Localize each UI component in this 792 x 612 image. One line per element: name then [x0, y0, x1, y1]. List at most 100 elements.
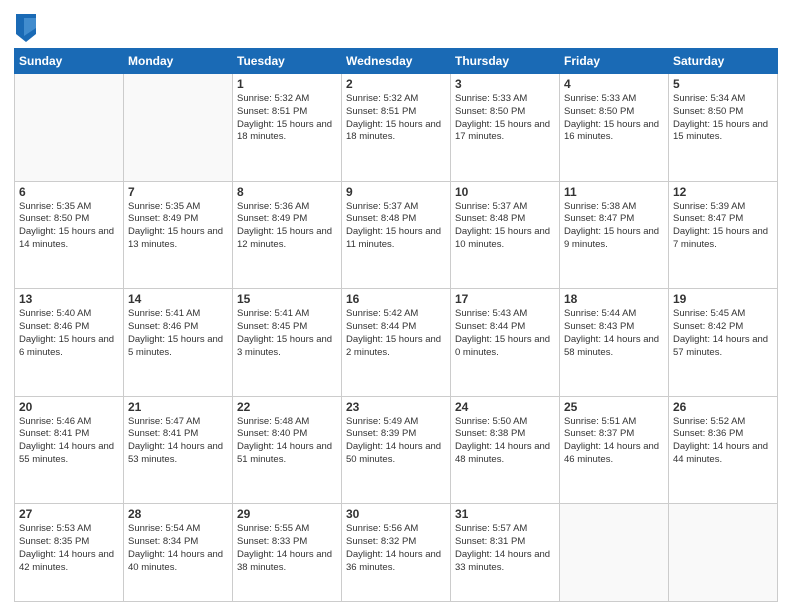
- day-info: Sunrise: 5:52 AM Sunset: 8:36 PM Dayligh…: [673, 416, 773, 467]
- day-number: 14: [128, 292, 228, 306]
- calendar-cell: 22 Sunrise: 5:48 AM Sunset: 8:40 PM Dayli…: [233, 396, 342, 504]
- day-number: 8: [237, 185, 337, 199]
- calendar-cell: 24 Sunrise: 5:50 AM Sunset: 8:38 PM Dayli…: [451, 396, 560, 504]
- weekday-header-monday: Monday: [124, 49, 233, 74]
- calendar-cell: 8 Sunrise: 5:36 AM Sunset: 8:49 PM Daylig…: [233, 181, 342, 289]
- day-info: Sunrise: 5:37 AM Sunset: 8:48 PM Dayligh…: [346, 201, 446, 252]
- day-number: 11: [564, 185, 664, 199]
- day-number: 2: [346, 77, 446, 91]
- calendar-cell: 17 Sunrise: 5:43 AM Sunset: 8:44 PM Dayli…: [451, 289, 560, 397]
- calendar-cell: 28 Sunrise: 5:54 AM Sunset: 8:34 PM Dayli…: [124, 504, 233, 602]
- calendar-header-row: SundayMondayTuesdayWednesdayThursdayFrid…: [15, 49, 778, 74]
- weekday-header-wednesday: Wednesday: [342, 49, 451, 74]
- calendar-cell: 31Sunrise: 5:57 AM Sunset: 8:31 PM Dayli…: [451, 504, 560, 602]
- day-info: Sunrise: 5:39 AM Sunset: 8:47 PM Dayligh…: [673, 201, 773, 252]
- day-info: Sunrise: 5:35 AM Sunset: 8:50 PM Dayligh…: [19, 201, 119, 252]
- day-number: 28: [128, 507, 228, 521]
- calendar-cell: 27 Sunrise: 5:53 AM Sunset: 8:35 PM Dayli…: [15, 504, 124, 602]
- day-info: Sunrise: 5:38 AM Sunset: 8:47 PM Dayligh…: [564, 201, 664, 252]
- day-number: 27: [19, 507, 119, 521]
- day-info: Sunrise: 5:50 AM Sunset: 8:38 PM Dayligh…: [455, 416, 555, 467]
- day-info: Sunrise: 5:56 AM Sunset: 8:32 PM Dayligh…: [346, 523, 446, 574]
- day-number: 24: [455, 400, 555, 414]
- day-number: 15: [237, 292, 337, 306]
- day-number: 31: [455, 507, 555, 521]
- calendar-cell: 20 Sunrise: 5:46 AM Sunset: 8:41 PM Dayli…: [15, 396, 124, 504]
- day-number: 10: [455, 185, 555, 199]
- weekday-header-sunday: Sunday: [15, 49, 124, 74]
- day-info: Sunrise: 5:51 AM Sunset: 8:37 PM Dayligh…: [564, 416, 664, 467]
- day-info: Sunrise: 5:41 AM Sunset: 8:46 PM Dayligh…: [128, 308, 228, 359]
- calendar-cell: 21Sunrise: 5:47 AM Sunset: 8:41 PM Dayli…: [124, 396, 233, 504]
- day-info: Sunrise: 5:43 AM Sunset: 8:44 PM Dayligh…: [455, 308, 555, 359]
- calendar-cell: 26 Sunrise: 5:52 AM Sunset: 8:36 PM Dayli…: [669, 396, 778, 504]
- day-number: 19: [673, 292, 773, 306]
- day-info: Sunrise: 5:34 AM Sunset: 8:50 PM Dayligh…: [673, 93, 773, 144]
- calendar-cell: 3 Sunrise: 5:33 AM Sunset: 8:50 PM Daylig…: [451, 74, 560, 182]
- weekday-header-saturday: Saturday: [669, 49, 778, 74]
- logo: [14, 14, 36, 42]
- calendar-cell: 6Sunrise: 5:35 AM Sunset: 8:50 PM Daylig…: [15, 181, 124, 289]
- calendar-cell: 13 Sunrise: 5:40 AM Sunset: 8:46 PM Dayli…: [15, 289, 124, 397]
- day-info: Sunrise: 5:36 AM Sunset: 8:49 PM Dayligh…: [237, 201, 337, 252]
- calendar-cell: 12 Sunrise: 5:39 AM Sunset: 8:47 PM Dayli…: [669, 181, 778, 289]
- day-info: Sunrise: 5:55 AM Sunset: 8:33 PM Dayligh…: [237, 523, 337, 574]
- day-number: 17: [455, 292, 555, 306]
- day-info: Sunrise: 5:40 AM Sunset: 8:46 PM Dayligh…: [19, 308, 119, 359]
- day-number: 9: [346, 185, 446, 199]
- day-info: Sunrise: 5:41 AM Sunset: 8:45 PM Dayligh…: [237, 308, 337, 359]
- header: [14, 10, 778, 42]
- day-info: Sunrise: 5:54 AM Sunset: 8:34 PM Dayligh…: [128, 523, 228, 574]
- calendar-cell: 10 Sunrise: 5:37 AM Sunset: 8:48 PM Dayli…: [451, 181, 560, 289]
- calendar-cell: 15 Sunrise: 5:41 AM Sunset: 8:45 PM Dayli…: [233, 289, 342, 397]
- calendar-cell: 23 Sunrise: 5:49 AM Sunset: 8:39 PM Dayli…: [342, 396, 451, 504]
- calendar-cell: 9 Sunrise: 5:37 AM Sunset: 8:48 PM Daylig…: [342, 181, 451, 289]
- page: SundayMondayTuesdayWednesdayThursdayFrid…: [0, 0, 792, 612]
- day-number: 3: [455, 77, 555, 91]
- day-info: Sunrise: 5:49 AM Sunset: 8:39 PM Dayligh…: [346, 416, 446, 467]
- calendar-cell: [669, 504, 778, 602]
- day-number: 13: [19, 292, 119, 306]
- day-info: Sunrise: 5:37 AM Sunset: 8:48 PM Dayligh…: [455, 201, 555, 252]
- calendar-cell: [15, 74, 124, 182]
- calendar-cell: 18 Sunrise: 5:44 AM Sunset: 8:43 PM Dayli…: [560, 289, 669, 397]
- day-number: 1: [237, 77, 337, 91]
- day-number: 26: [673, 400, 773, 414]
- day-info: Sunrise: 5:48 AM Sunset: 8:40 PM Dayligh…: [237, 416, 337, 467]
- weekday-header-friday: Friday: [560, 49, 669, 74]
- day-info: Sunrise: 5:32 AM Sunset: 8:51 PM Dayligh…: [346, 93, 446, 144]
- day-info: Sunrise: 5:44 AM Sunset: 8:43 PM Dayligh…: [564, 308, 664, 359]
- day-info: Sunrise: 5:32 AM Sunset: 8:51 PM Dayligh…: [237, 93, 337, 144]
- day-info: Sunrise: 5:33 AM Sunset: 8:50 PM Dayligh…: [455, 93, 555, 144]
- day-number: 20: [19, 400, 119, 414]
- calendar-cell: 30Sunrise: 5:56 AM Sunset: 8:32 PM Dayli…: [342, 504, 451, 602]
- calendar-cell: 11 Sunrise: 5:38 AM Sunset: 8:47 PM Dayli…: [560, 181, 669, 289]
- weekday-header-tuesday: Tuesday: [233, 49, 342, 74]
- calendar-week-row: 27 Sunrise: 5:53 AM Sunset: 8:35 PM Dayli…: [15, 504, 778, 602]
- day-number: 18: [564, 292, 664, 306]
- calendar: SundayMondayTuesdayWednesdayThursdayFrid…: [14, 48, 778, 602]
- day-number: 12: [673, 185, 773, 199]
- day-info: Sunrise: 5:53 AM Sunset: 8:35 PM Dayligh…: [19, 523, 119, 574]
- calendar-cell: 1 Sunrise: 5:32 AM Sunset: 8:51 PM Daylig…: [233, 74, 342, 182]
- calendar-week-row: 6Sunrise: 5:35 AM Sunset: 8:50 PM Daylig…: [15, 181, 778, 289]
- calendar-week-row: 13 Sunrise: 5:40 AM Sunset: 8:46 PM Dayli…: [15, 289, 778, 397]
- day-number: 22: [237, 400, 337, 414]
- calendar-week-row: 1 Sunrise: 5:32 AM Sunset: 8:51 PM Daylig…: [15, 74, 778, 182]
- day-number: 29: [237, 507, 337, 521]
- calendar-cell: 4Sunrise: 5:33 AM Sunset: 8:50 PM Daylig…: [560, 74, 669, 182]
- weekday-header-thursday: Thursday: [451, 49, 560, 74]
- calendar-cell: 29 Sunrise: 5:55 AM Sunset: 8:33 PM Dayli…: [233, 504, 342, 602]
- day-info: Sunrise: 5:33 AM Sunset: 8:50 PM Dayligh…: [564, 93, 664, 144]
- day-number: 25: [564, 400, 664, 414]
- day-info: Sunrise: 5:45 AM Sunset: 8:42 PM Dayligh…: [673, 308, 773, 359]
- day-number: 23: [346, 400, 446, 414]
- day-info: Sunrise: 5:46 AM Sunset: 8:41 PM Dayligh…: [19, 416, 119, 467]
- calendar-cell: 19 Sunrise: 5:45 AM Sunset: 8:42 PM Dayli…: [669, 289, 778, 397]
- calendar-cell: 2 Sunrise: 5:32 AM Sunset: 8:51 PM Daylig…: [342, 74, 451, 182]
- calendar-cell: 7Sunrise: 5:35 AM Sunset: 8:49 PM Daylig…: [124, 181, 233, 289]
- calendar-cell: 5Sunrise: 5:34 AM Sunset: 8:50 PM Daylig…: [669, 74, 778, 182]
- logo-icon: [16, 14, 36, 42]
- calendar-week-row: 20 Sunrise: 5:46 AM Sunset: 8:41 PM Dayli…: [15, 396, 778, 504]
- calendar-cell: 16Sunrise: 5:42 AM Sunset: 8:44 PM Dayli…: [342, 289, 451, 397]
